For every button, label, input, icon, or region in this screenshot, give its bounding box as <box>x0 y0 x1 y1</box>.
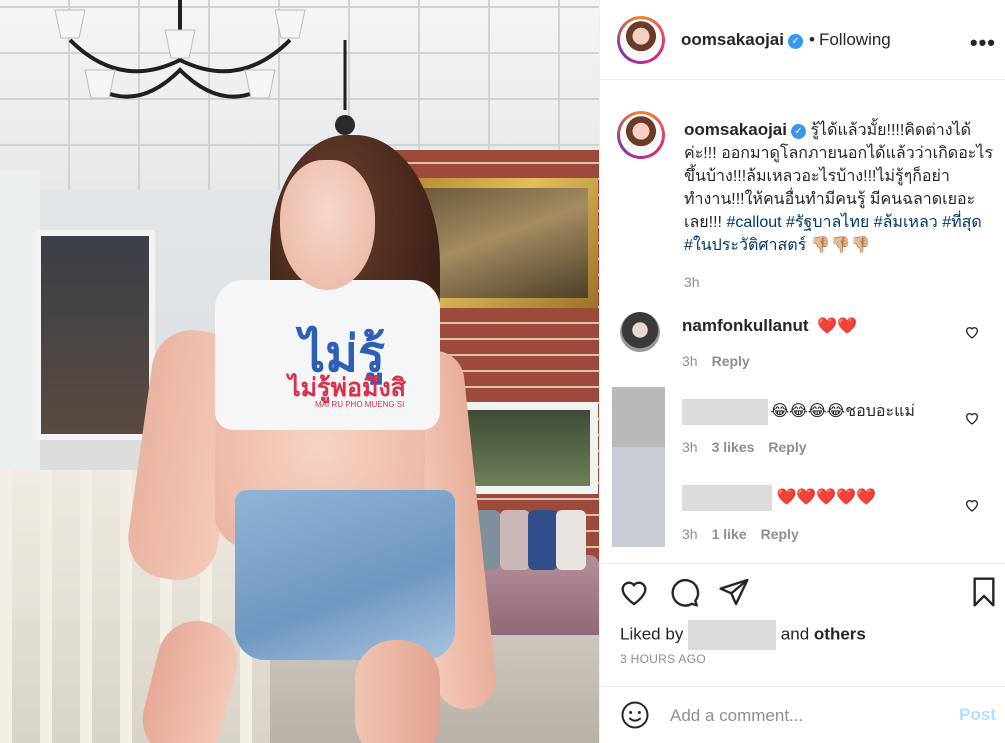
pillow <box>500 510 530 570</box>
comment-text: 😂😂😂😂ชอบอะแม่ <box>770 403 915 421</box>
redacted-avatar <box>612 387 665 447</box>
pillow <box>528 510 558 570</box>
following-button[interactable]: Following <box>819 30 891 49</box>
person-face <box>280 160 375 290</box>
verified-icon: ✓ <box>788 34 803 49</box>
liked-by: Liked by and others <box>620 620 866 650</box>
caption: oomsakaojai ✓ รู้ได้แล้วมั้ย!!!!คิดต่างได… <box>684 118 994 294</box>
chandelier <box>54 0 306 99</box>
comment-input[interactable] <box>670 702 940 730</box>
comment-time[interactable]: 3h <box>682 439 698 455</box>
avatar[interactable] <box>617 16 665 64</box>
emoji-icon[interactable] <box>620 700 650 730</box>
pillow <box>556 510 586 570</box>
add-comment-bar: Post <box>600 686 1005 743</box>
heart-icon[interactable] <box>618 576 650 608</box>
bookmark-icon[interactable] <box>968 576 1000 608</box>
post-header: oomsakaojai ✓ • Following ••• <box>600 0 1005 80</box>
doorway <box>35 230 155 440</box>
comment-text: ❤️❤️❤️❤️❤️ <box>776 489 877 507</box>
username-link[interactable]: oomsakaojai <box>681 30 784 49</box>
avatar[interactable] <box>620 312 660 352</box>
post-timestamp[interactable]: 3 HOURS AGO <box>620 652 706 666</box>
more-icon[interactable]: ••• <box>970 30 996 56</box>
comment-meta: 3h 3 likes Reply <box>682 439 807 455</box>
liked-by-and: and <box>780 624 810 644</box>
post-side-panel: oomsakaojai ✓ • Following ••• oomsakaojai ✓ … <box>599 0 1005 743</box>
avatar[interactable] <box>617 111 665 159</box>
pendant-lamp <box>335 40 355 135</box>
caption-username[interactable]: oomsakaojai <box>684 120 787 139</box>
post-photo[interactable]: ไม่รู้ ไม่รู้พ่อมึงสิ MAI RU PHO MUENG S… <box>0 0 599 743</box>
shirt-text: MAI RU PHO MUENG SI <box>315 400 405 409</box>
heart-icon[interactable] <box>964 497 980 513</box>
comment-username[interactable]: namfonkullanut <box>682 316 809 335</box>
comment-text: ❤️❤️ <box>817 318 857 335</box>
verified-icon: ✓ <box>791 124 806 139</box>
redacted-username <box>682 485 772 511</box>
comment-body: namfonkullanut ❤️❤️ <box>682 316 857 336</box>
redacted-username <box>688 620 777 650</box>
reply-button[interactable]: Reply <box>712 353 750 369</box>
liked-by-prefix: Liked by <box>620 624 684 644</box>
heart-icon[interactable] <box>964 324 980 340</box>
separator-dot: • <box>809 30 815 49</box>
comment-meta: 3h Reply <box>682 353 750 369</box>
likes-count[interactable]: 1 like <box>712 526 747 542</box>
likes-others-link[interactable]: others <box>814 624 866 643</box>
caption-emoji: 👎🏼👎🏼👎🏼 <box>810 237 871 254</box>
redacted-avatar <box>612 447 665 547</box>
share-icon[interactable] <box>718 576 750 608</box>
person-leg <box>355 640 440 743</box>
comment-icon[interactable] <box>668 576 700 608</box>
likes-count[interactable]: 3 likes <box>712 439 755 455</box>
redacted-username <box>682 399 768 425</box>
denim-shorts <box>235 490 455 660</box>
comment-body: 😂😂😂😂ชอบอะแม่ <box>682 399 915 425</box>
header-user: oomsakaojai ✓ • Following <box>681 30 891 50</box>
comment-meta: 3h 1 like Reply <box>682 526 799 542</box>
reply-button[interactable]: Reply <box>768 439 806 455</box>
post-button[interactable]: Post <box>959 705 996 725</box>
caption-time[interactable]: 3h <box>684 271 994 294</box>
heart-icon[interactable] <box>964 410 980 426</box>
comment-time[interactable]: 3h <box>682 353 698 369</box>
reply-button[interactable]: Reply <box>761 526 799 542</box>
comment-body: ❤️❤️❤️❤️❤️ <box>682 485 876 511</box>
comment-time[interactable]: 3h <box>682 526 698 542</box>
